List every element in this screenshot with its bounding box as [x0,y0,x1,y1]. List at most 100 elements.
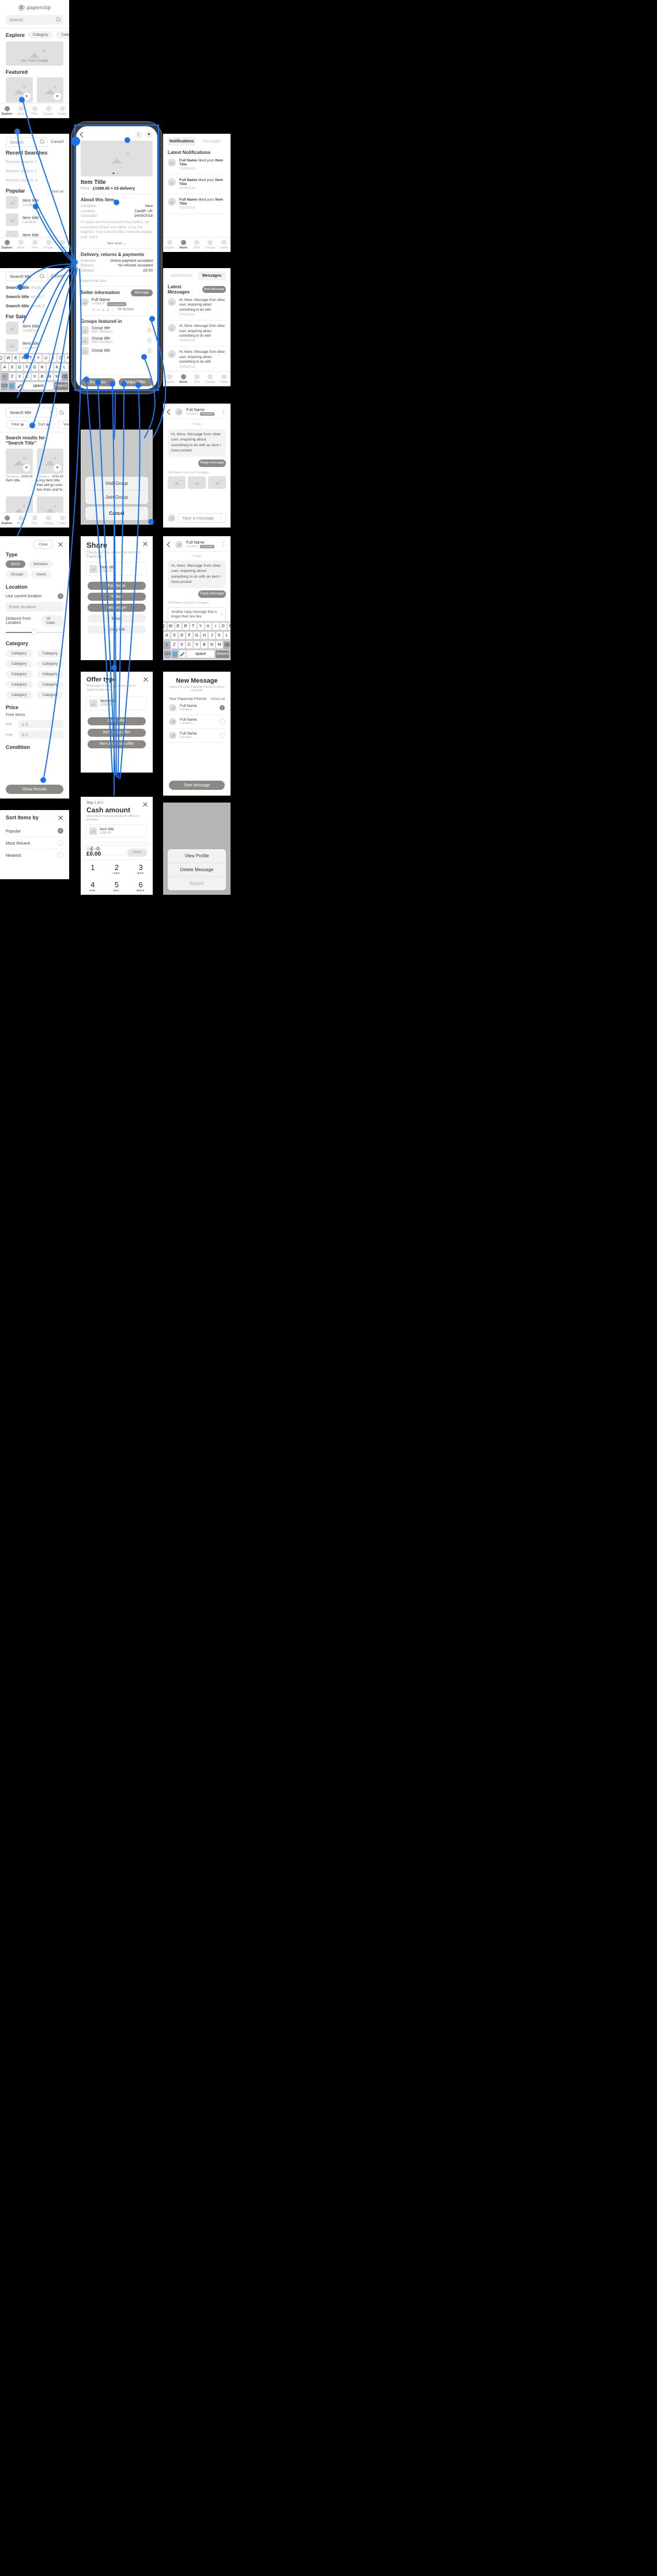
category-option[interactable]: Category [6,650,33,657]
key-i[interactable]: I [50,355,56,362]
join-group-button[interactable]: Join Group [85,491,148,504]
backspace-icon[interactable]: ⌫ [224,641,230,649]
category-option[interactable]: Category [36,660,63,668]
sort-button[interactable]: Sort [32,420,55,429]
tab-post[interactable]: Post [190,238,203,252]
tab-messages[interactable]: Messages [198,272,226,280]
globe-icon[interactable]: 🌐 [172,650,178,658]
tab-trades[interactable]: Trades [55,238,69,252]
globe-icon[interactable]: 🌐 [9,382,16,390]
send-icon[interactable]: › [221,516,222,520]
key-m[interactable]: M [54,373,61,381]
search-key[interactable]: Search [216,650,229,658]
view-button[interactable]: View [58,420,69,429]
key-a[interactable]: A [164,632,170,639]
search-input[interactable]: Search title ✕ [6,407,57,417]
share-twitter-button[interactable]: Twitter [88,593,146,601]
key-i[interactable]: I [212,623,219,630]
tab-post[interactable]: Post [28,513,41,528]
heart-icon[interactable]: ♥ [22,464,31,472]
key-j[interactable]: J [209,632,215,639]
message-composer-input[interactable]: Another reply message that is longer tha… [168,607,226,623]
cancel-button[interactable]: Cancel [51,274,63,278]
clear-icon[interactable]: ✕ [50,410,53,415]
tab-trades[interactable]: Trades [55,513,69,528]
key-s[interactable]: S [171,632,178,639]
start-message-button[interactable]: Start Message [169,781,225,790]
recent-search-item[interactable]: Recent search 1 [6,159,63,164]
bottom-tabbar[interactable]: Explore Alerts Post Groups Trades [0,103,69,118]
key-l[interactable]: L [224,632,230,639]
numeric-keypad[interactable]: 1 2 ABC 3 DEF 4 GHI 5 JKL 6 MNO [81,860,153,895]
key-x[interactable]: X [179,641,185,649]
key-o[interactable]: O [220,623,226,630]
key-h[interactable]: H [201,632,207,639]
key-t[interactable]: T [28,355,34,362]
space-key[interactable]: space [24,382,53,390]
next-button[interactable]: Next [127,848,147,857]
list-item[interactable]: Item titleLocation [6,337,63,354]
view-all-link[interactable]: View all [51,190,63,194]
key-r[interactable]: R [182,623,189,630]
show-results-button[interactable]: Show Results [6,785,63,794]
type-option-services[interactable]: Services [28,560,53,568]
select-all-link[interactable]: Select all [211,698,225,701]
key-y[interactable]: Y [197,623,204,630]
heart-icon[interactable]: ♥ [22,93,31,100]
message-image[interactable] [188,476,206,489]
close-icon[interactable] [142,801,147,807]
reply-message-button[interactable]: Reply message [198,590,226,598]
key-c[interactable]: C [186,641,192,649]
distance-slider[interactable] [6,630,63,635]
category-option[interactable]: Category [6,681,33,688]
tab-post[interactable]: Post [28,104,41,118]
list-item[interactable]: Item titleLocation [6,194,63,211]
slider-thumb[interactable] [32,630,37,635]
numeric-key[interactable]: 123 [164,650,171,658]
copy-link-button[interactable]: Copy link [88,626,146,634]
search-input[interactable]: Search [6,137,48,147]
shift-icon[interactable]: ⇧ [1,373,8,381]
key-p[interactable]: P [65,355,69,362]
sort-option-popular[interactable]: Popular ✓ [6,825,63,837]
cancel-button[interactable]: Cancel [51,140,63,144]
close-icon[interactable] [58,815,63,820]
key-v[interactable]: V [194,641,200,649]
key-g[interactable]: G [31,364,38,371]
share-messenger-button[interactable]: Messenger [88,604,146,612]
tab-explore[interactable]: Explore [163,238,176,252]
tab-explore[interactable]: Explore [0,238,14,252]
key-x[interactable]: X [16,373,23,381]
item-swap-offer-button[interactable]: Item swap offer [88,728,146,737]
result-card[interactable]: ♥Category£999.99Item title [6,449,33,492]
close-icon[interactable] [58,542,63,548]
bottom-tabbar[interactable]: Explore Alerts Post Groups Trades [163,237,231,252]
tab-groups[interactable]: Groups [41,104,55,118]
onscreen-keyboard[interactable]: Q W E R T Y U I O P A S D F G H J K L ⇧ … [163,621,231,660]
key-j[interactable]: J [46,364,53,371]
sort-option-most-recent[interactable]: Most Recent [6,837,63,849]
category-option[interactable]: Category [36,671,63,678]
message-row[interactable]: Hi, there. Message from other user, enqu… [168,347,226,373]
space-key[interactable]: space [187,650,215,658]
key-d[interactable]: D [179,632,185,639]
key-n[interactable]: N [46,373,53,381]
key-s[interactable]: S [9,364,16,371]
report-button[interactable]: Report [168,877,226,890]
key-q[interactable]: Q [163,623,167,630]
key-u[interactable]: U [205,623,212,630]
back-icon[interactable] [167,409,173,415]
friend-checkbox[interactable] [220,719,225,724]
list-item[interactable]: Item titleLocation [6,211,63,228]
search-input[interactable]: Search title [6,272,48,281]
keypad-4[interactable]: 4 GHI [81,878,105,895]
share-facebook-button[interactable]: Facebook [88,582,146,590]
search-suggestion[interactable]: Search title result 1 [6,285,63,290]
key-f[interactable]: F [186,632,192,639]
message-composer-input[interactable]: Type a message › [178,513,226,523]
keypad-1[interactable]: 1 [81,860,105,878]
message-image[interactable] [208,476,226,489]
tab-groups[interactable]: Groups [203,238,217,252]
mic-icon[interactable]: 🎤 [16,382,23,390]
close-icon[interactable] [143,676,147,682]
